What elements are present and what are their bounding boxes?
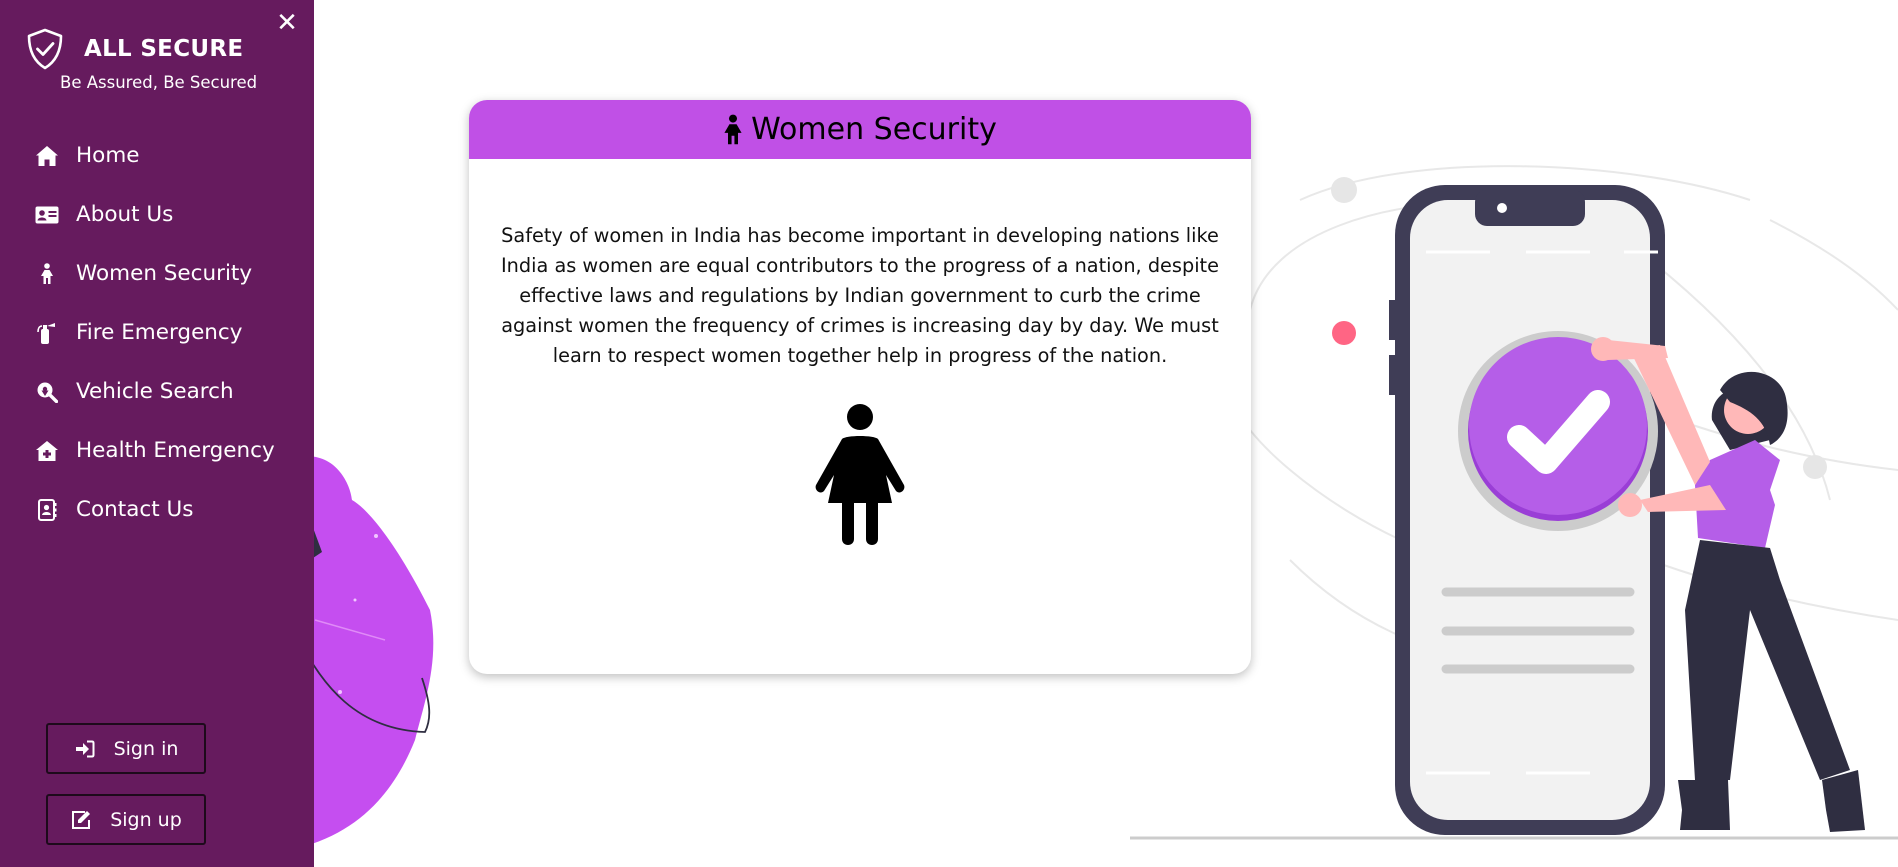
nav-item-label: Vehicle Search xyxy=(76,379,234,404)
sign-in-icon xyxy=(74,738,96,760)
brand: ALL SECURE xyxy=(26,28,243,70)
card-body-text: Safety of women in India has become impo… xyxy=(501,224,1219,367)
home-icon xyxy=(34,143,60,169)
close-sidebar-button[interactable]: ✕ xyxy=(274,8,300,38)
edit-icon xyxy=(70,809,92,831)
card-title: Women Security xyxy=(751,112,997,147)
nav-item-fire-emergency[interactable]: Fire Emergency xyxy=(0,303,314,362)
sidebar-nav: Home About Us Women Security Fire Emerge… xyxy=(0,126,314,539)
nav-item-contact-us[interactable]: Contact Us xyxy=(0,480,314,539)
nav-item-about-us[interactable]: About Us xyxy=(0,185,314,244)
woman-figure-icon xyxy=(469,403,1251,545)
nav-item-vehicle-search[interactable]: Vehicle Search xyxy=(0,362,314,421)
fire-extinguisher-icon xyxy=(34,320,60,346)
clinic-icon xyxy=(34,438,60,464)
shield-check-icon xyxy=(27,28,63,70)
female-icon xyxy=(34,261,60,287)
nav-item-label: Women Security xyxy=(76,261,253,286)
nav-item-label: Health Emergency xyxy=(76,438,275,463)
women-security-card: Women Security Safety of women in India … xyxy=(469,100,1251,674)
nav-item-label: Contact Us xyxy=(76,497,194,522)
search-location-icon xyxy=(34,379,60,405)
id-card-icon xyxy=(34,202,60,228)
sign-up-label: Sign up xyxy=(110,808,182,831)
address-book-icon xyxy=(34,497,60,523)
brand-tagline: Be Assured, Be Secured xyxy=(60,73,258,92)
nav-item-label: Home xyxy=(76,143,140,168)
nav-item-health-emergency[interactable]: Health Emergency xyxy=(0,421,314,480)
sign-up-button[interactable]: Sign up xyxy=(46,794,206,845)
card-header: Women Security xyxy=(469,100,1251,159)
sign-in-label: Sign in xyxy=(113,737,179,760)
nav-item-label: Fire Emergency xyxy=(76,320,243,345)
nav-item-home[interactable]: Home xyxy=(0,126,314,185)
nav-item-label: About Us xyxy=(76,202,174,227)
brand-title: ALL SECURE xyxy=(84,36,244,62)
nav-item-women-security[interactable]: Women Security xyxy=(0,244,314,303)
female-icon xyxy=(723,114,745,146)
sign-in-button[interactable]: Sign in xyxy=(46,723,206,774)
sidebar: ✕ ALL SECURE Be Assured, Be Secured Home… xyxy=(0,0,314,867)
